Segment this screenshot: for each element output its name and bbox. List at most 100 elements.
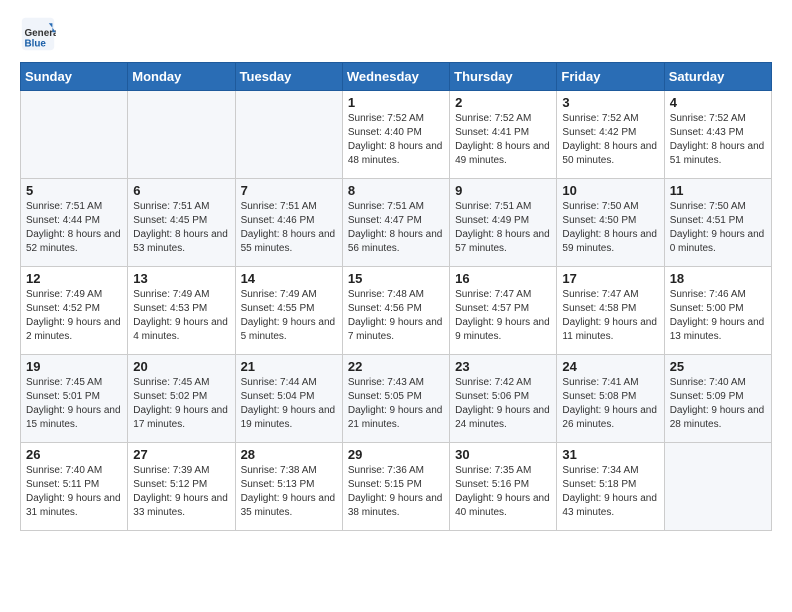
calendar-cell: 16Sunrise: 7:47 AM Sunset: 4:57 PM Dayli… xyxy=(450,267,557,355)
calendar-cell: 23 Sunrise: 7:42 AM Sunset: 5:06 PM Dayli… xyxy=(450,355,557,443)
weekday-header-friday: Friday xyxy=(557,63,664,91)
day-info: Sunrise: 7:41 AM Sunset: 5:08 PM Dayligh… xyxy=(562,376,658,432)
day-number: 31 xyxy=(562,447,658,462)
day-info: Sunrise: 7:39 AM Sunset: 5:12 PM Dayligh… xyxy=(133,464,229,520)
day-info: Sunrise: 7:47 AM Sunset: 4:58 PM Dayligh… xyxy=(562,288,658,344)
day-info: Sunrise: 7:40 AM Sunset: 5:09 PM Dayligh… xyxy=(670,376,766,432)
day-info: Sunrise: 7:40 AM Sunset: 5:11 PM Dayligh… xyxy=(26,464,122,520)
calendar-cell: 11 Sunrise: 7:50 AM Sunset: 4:51 PM Dayli… xyxy=(664,179,771,267)
calendar-cell: 22 Sunrise: 7:43 AM Sunset: 5:05 PM Dayli… xyxy=(342,355,449,443)
day-number: 13 xyxy=(133,271,229,286)
day-number: 26 xyxy=(26,447,122,462)
day-number: 24 xyxy=(562,359,658,374)
day-number: 11 xyxy=(670,183,766,198)
day-info: Sunrise: 7:50 AM Sunset: 4:50 PM Dayligh… xyxy=(562,200,658,256)
calendar-cell: 8Sunrise: 7:51 AM Sunset: 4:47 PM Daylig… xyxy=(342,179,449,267)
day-info: Sunrise: 7:51 AM Sunset: 4:47 PM Dayligh… xyxy=(348,200,444,256)
weekday-header-saturday: Saturday xyxy=(664,63,771,91)
calendar-week-3: 12 Sunrise: 7:49 AM Sunset: 4:52 PM Dayli… xyxy=(21,267,772,355)
calendar-cell: 2 Sunrise: 7:52 AM Sunset: 4:41 PM Daylig… xyxy=(450,91,557,179)
day-info: Sunrise: 7:38 AM Sunset: 5:13 PM Dayligh… xyxy=(241,464,337,520)
calendar-week-5: 26 Sunrise: 7:40 AM Sunset: 5:11 PM Dayli… xyxy=(21,443,772,531)
day-number: 27 xyxy=(133,447,229,462)
day-number: 14 xyxy=(241,271,337,286)
day-number: 12 xyxy=(26,271,122,286)
day-number: 2 xyxy=(455,95,551,110)
day-number: 22 xyxy=(348,359,444,374)
calendar-cell: 7 Sunrise: 7:51 AM Sunset: 4:46 PM Daylig… xyxy=(235,179,342,267)
day-info: Sunrise: 7:51 AM Sunset: 4:46 PM Dayligh… xyxy=(241,200,337,256)
calendar-cell xyxy=(664,443,771,531)
calendar-cell: 28 Sunrise: 7:38 AM Sunset: 5:13 PM Dayli… xyxy=(235,443,342,531)
calendar-cell: 6 Sunrise: 7:51 AM Sunset: 4:45 PM Daylig… xyxy=(128,179,235,267)
page: General Blue SundayMondayTuesdayWednesda… xyxy=(0,0,792,547)
day-number: 4 xyxy=(670,95,766,110)
header: General Blue xyxy=(20,16,772,52)
weekday-header-wednesday: Wednesday xyxy=(342,63,449,91)
day-number: 28 xyxy=(241,447,337,462)
calendar-cell: 1 Sunrise: 7:52 AM Sunset: 4:40 PM Daylig… xyxy=(342,91,449,179)
day-number: 19 xyxy=(26,359,122,374)
calendar-cell: 12 Sunrise: 7:49 AM Sunset: 4:52 PM Dayli… xyxy=(21,267,128,355)
logo: General Blue xyxy=(20,16,60,52)
calendar-cell: 18 Sunrise: 7:46 AM Sunset: 5:00 PM Dayli… xyxy=(664,267,771,355)
calendar-header-row: SundayMondayTuesdayWednesdayThursdayFrid… xyxy=(21,63,772,91)
day-number: 15 xyxy=(348,271,444,286)
day-info: Sunrise: 7:36 AM Sunset: 5:15 PM Dayligh… xyxy=(348,464,444,520)
weekday-header-thursday: Thursday xyxy=(450,63,557,91)
day-info: Sunrise: 7:35 AM Sunset: 5:16 PM Dayligh… xyxy=(455,464,551,520)
svg-text:General: General xyxy=(25,28,57,39)
calendar-cell: 17Sunrise: 7:47 AM Sunset: 4:58 PM Dayli… xyxy=(557,267,664,355)
day-number: 21 xyxy=(241,359,337,374)
day-info: Sunrise: 7:42 AM Sunset: 5:06 PM Dayligh… xyxy=(455,376,551,432)
calendar-cell: 26 Sunrise: 7:40 AM Sunset: 5:11 PM Dayli… xyxy=(21,443,128,531)
day-number: 23 xyxy=(455,359,551,374)
day-info: Sunrise: 7:43 AM Sunset: 5:05 PM Dayligh… xyxy=(348,376,444,432)
day-info: Sunrise: 7:52 AM Sunset: 4:41 PM Dayligh… xyxy=(455,112,551,168)
day-number: 29 xyxy=(348,447,444,462)
svg-text:Blue: Blue xyxy=(25,39,47,50)
day-info: Sunrise: 7:51 AM Sunset: 4:44 PM Dayligh… xyxy=(26,200,122,256)
calendar-cell xyxy=(21,91,128,179)
calendar-week-1: 1 Sunrise: 7:52 AM Sunset: 4:40 PM Daylig… xyxy=(21,91,772,179)
weekday-header-sunday: Sunday xyxy=(21,63,128,91)
day-number: 3 xyxy=(562,95,658,110)
calendar-cell: 13Sunrise: 7:49 AM Sunset: 4:53 PM Dayli… xyxy=(128,267,235,355)
day-info: Sunrise: 7:50 AM Sunset: 4:51 PM Dayligh… xyxy=(670,200,766,256)
calendar-cell: 25Sunrise: 7:40 AM Sunset: 5:09 PM Dayli… xyxy=(664,355,771,443)
calendar-cell: 4 Sunrise: 7:52 AM Sunset: 4:43 PM Daylig… xyxy=(664,91,771,179)
day-info: Sunrise: 7:52 AM Sunset: 4:40 PM Dayligh… xyxy=(348,112,444,168)
day-number: 20 xyxy=(133,359,229,374)
calendar-cell: 20 Sunrise: 7:45 AM Sunset: 5:02 PM Dayli… xyxy=(128,355,235,443)
day-number: 7 xyxy=(241,183,337,198)
day-info: Sunrise: 7:51 AM Sunset: 4:45 PM Dayligh… xyxy=(133,200,229,256)
day-info: Sunrise: 7:51 AM Sunset: 4:49 PM Dayligh… xyxy=(455,200,551,256)
calendar-cell: 10Sunrise: 7:50 AM Sunset: 4:50 PM Dayli… xyxy=(557,179,664,267)
calendar-week-4: 19 Sunrise: 7:45 AM Sunset: 5:01 PM Dayli… xyxy=(21,355,772,443)
day-info: Sunrise: 7:44 AM Sunset: 5:04 PM Dayligh… xyxy=(241,376,337,432)
calendar-week-2: 5Sunrise: 7:51 AM Sunset: 4:44 PM Daylig… xyxy=(21,179,772,267)
day-number: 1 xyxy=(348,95,444,110)
calendar-cell: 14Sunrise: 7:49 AM Sunset: 4:55 PM Dayli… xyxy=(235,267,342,355)
weekday-header-monday: Monday xyxy=(128,63,235,91)
calendar: SundayMondayTuesdayWednesdayThursdayFrid… xyxy=(20,62,772,531)
day-info: Sunrise: 7:45 AM Sunset: 5:02 PM Dayligh… xyxy=(133,376,229,432)
day-number: 16 xyxy=(455,271,551,286)
day-info: Sunrise: 7:45 AM Sunset: 5:01 PM Dayligh… xyxy=(26,376,122,432)
day-number: 30 xyxy=(455,447,551,462)
day-number: 9 xyxy=(455,183,551,198)
day-info: Sunrise: 7:49 AM Sunset: 4:52 PM Dayligh… xyxy=(26,288,122,344)
day-info: Sunrise: 7:52 AM Sunset: 4:43 PM Dayligh… xyxy=(670,112,766,168)
day-number: 6 xyxy=(133,183,229,198)
calendar-cell: 30 Sunrise: 7:35 AM Sunset: 5:16 PM Dayli… xyxy=(450,443,557,531)
day-info: Sunrise: 7:46 AM Sunset: 5:00 PM Dayligh… xyxy=(670,288,766,344)
calendar-cell: 27 Sunrise: 7:39 AM Sunset: 5:12 PM Dayli… xyxy=(128,443,235,531)
calendar-cell: 24 Sunrise: 7:41 AM Sunset: 5:08 PM Dayli… xyxy=(557,355,664,443)
day-number: 18 xyxy=(670,271,766,286)
calendar-cell xyxy=(128,91,235,179)
calendar-cell: 19 Sunrise: 7:45 AM Sunset: 5:01 PM Dayli… xyxy=(21,355,128,443)
calendar-cell: 3Sunrise: 7:52 AM Sunset: 4:42 PM Daylig… xyxy=(557,91,664,179)
calendar-cell: 29 Sunrise: 7:36 AM Sunset: 5:15 PM Dayli… xyxy=(342,443,449,531)
logo-icon: General Blue xyxy=(20,16,56,52)
weekday-header-tuesday: Tuesday xyxy=(235,63,342,91)
